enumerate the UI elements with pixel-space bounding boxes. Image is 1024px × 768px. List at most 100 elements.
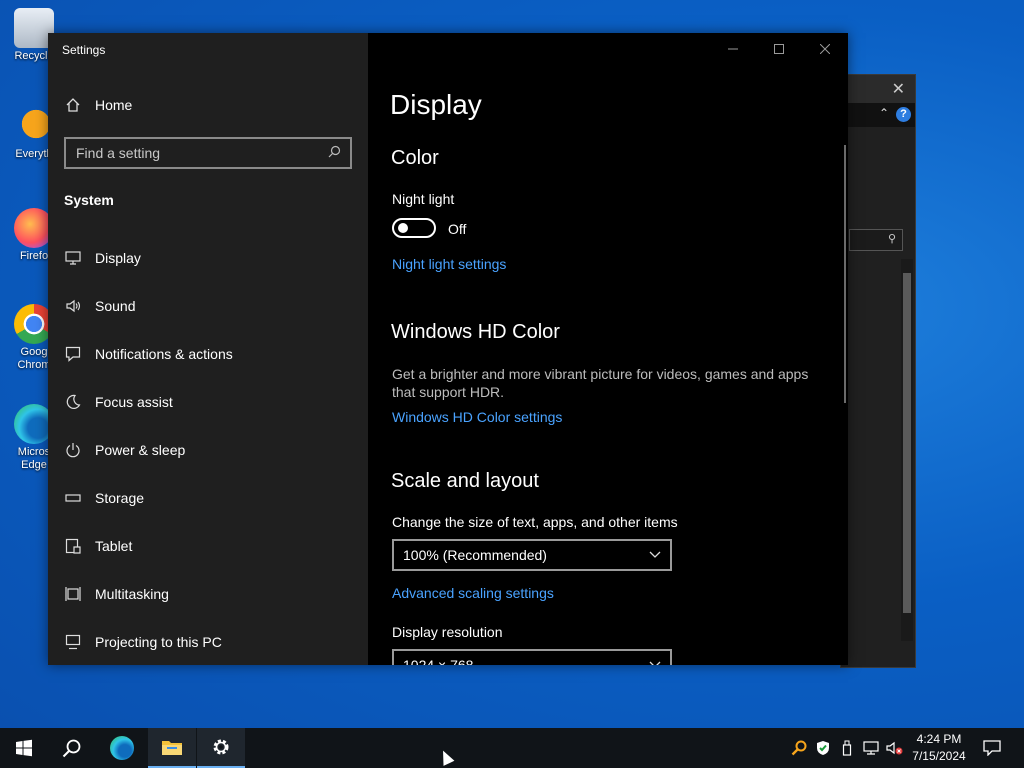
background-explorer-window[interactable]: ✕ ⌃ ? ⚲	[840, 74, 916, 668]
sidebar-item-multitasking[interactable]: Multitasking	[48, 574, 368, 614]
maximize-button[interactable]	[756, 33, 802, 65]
scrollbar-thumb[interactable]	[903, 273, 911, 613]
help-icon[interactable]: ?	[896, 107, 911, 122]
explorer-titlebar: ✕	[841, 75, 915, 103]
sidebar-item-label: Focus assist	[95, 394, 173, 410]
taskbar-edge[interactable]	[98, 728, 146, 768]
search-input[interactable]	[66, 144, 324, 162]
sidebar-item-display[interactable]: Display	[48, 238, 368, 278]
hdr-description: Get a brighter and more vibrant picture …	[392, 366, 809, 400]
scale-dropdown-value: 100% (Recommended)	[403, 547, 547, 563]
tray-network[interactable]	[860, 728, 882, 768]
content-scrollbar[interactable]	[844, 145, 846, 403]
moon-icon	[64, 393, 82, 411]
taskbar-clock[interactable]: 4:24 PM 7/15/2024	[906, 731, 972, 765]
tray-usb[interactable]	[836, 728, 858, 768]
explorer-search-box[interactable]: ⚲	[849, 229, 903, 251]
explorer-ribbon: ⌃ ?	[841, 103, 915, 127]
close-icon[interactable]: ✕	[892, 79, 905, 99]
settings-content: Display Color Night light Off Night ligh…	[368, 33, 848, 665]
notification-icon	[983, 740, 1001, 756]
night-light-toggle[interactable]	[392, 218, 436, 238]
speaker-icon	[64, 297, 82, 315]
sidebar-item-storage[interactable]: Storage	[48, 478, 368, 518]
sidebar-item-power-sleep[interactable]: Power & sleep	[48, 430, 368, 470]
resolution-dropdown[interactable]: 1024 × 768	[392, 649, 672, 665]
window-caption-buttons	[710, 33, 848, 65]
search-icon	[62, 739, 81, 758]
heading-color: Color	[391, 147, 439, 169]
sidebar-item-label: Tablet	[95, 538, 133, 554]
usb-drive-icon	[842, 740, 852, 756]
search-button[interactable]	[48, 728, 96, 768]
tablet-icon	[64, 537, 82, 555]
sidebar-item-label: Sound	[95, 298, 136, 314]
start-button[interactable]	[0, 728, 48, 768]
gear-icon	[213, 739, 229, 755]
settings-window[interactable]: Settings Home System Display Sound Notif…	[48, 33, 848, 665]
scale-dropdown[interactable]: 100% (Recommended)	[392, 539, 672, 571]
search-icon: ⚲	[887, 233, 896, 245]
display-resolution-label: Display resolution	[392, 624, 503, 640]
chevron-up-icon[interactable]: ⌃	[879, 106, 889, 120]
home-icon	[64, 96, 82, 114]
windows-logo-icon	[16, 739, 32, 757]
taskbar: 4:24 PM 7/15/2024	[0, 728, 1024, 768]
sidebar-item-label: Display	[95, 250, 141, 266]
heading-scale-layout: Scale and layout	[391, 470, 539, 492]
sidebar-item-notifications[interactable]: Notifications & actions	[48, 334, 368, 374]
sidebar-item-tablet[interactable]: Tablet	[48, 526, 368, 566]
nav-home-label: Home	[95, 97, 133, 113]
power-icon	[64, 441, 82, 459]
night-light-label: Night light	[392, 191, 455, 207]
clock-time: 4:24 PM	[916, 732, 962, 746]
tray-everything[interactable]	[788, 728, 810, 768]
explorer-scrollbar[interactable]	[901, 259, 913, 641]
tray-volume[interactable]	[884, 728, 906, 768]
find-setting-search[interactable]	[64, 137, 352, 169]
folder-icon	[162, 741, 182, 755]
taskbar-settings[interactable]	[197, 728, 245, 768]
chevron-down-icon	[640, 548, 670, 562]
notification-icon	[64, 345, 82, 363]
sidebar-item-label: Power & sleep	[95, 442, 186, 458]
text-size-label: Change the size of text, apps, and other…	[392, 514, 678, 530]
shield-icon	[817, 741, 829, 755]
clock-date: 7/15/2024	[912, 749, 966, 763]
taskbar-file-explorer[interactable]	[148, 728, 196, 768]
section-system: System	[64, 192, 114, 208]
window-title: Settings	[62, 43, 106, 57]
explorer-statusbar	[841, 645, 915, 667]
sidebar-item-label: Notifications & actions	[95, 346, 233, 362]
sidebar-item-projecting[interactable]: Projecting to this PC	[48, 622, 368, 662]
windows-hd-color-settings-link[interactable]: Windows HD Color settings	[392, 409, 562, 425]
projector-icon	[64, 633, 82, 651]
edge-icon	[110, 736, 134, 760]
resolution-dropdown-value: 1024 × 768	[403, 657, 474, 665]
volume-muted-icon	[886, 741, 903, 755]
sidebar-item-label: Storage	[95, 490, 145, 506]
everything-search-icon	[791, 740, 807, 756]
search-icon	[324, 145, 344, 161]
tray-security[interactable]	[812, 728, 834, 768]
settings-sidebar: Settings Home System Display Sound Notif…	[48, 33, 368, 665]
advanced-scaling-settings-link[interactable]: Advanced scaling settings	[392, 585, 554, 601]
heading-windows-hd-color: Windows HD Color	[391, 321, 560, 343]
sidebar-item-label: Projecting to this PC	[95, 634, 222, 650]
storage-icon	[64, 489, 82, 507]
action-center-button[interactable]	[978, 728, 1006, 768]
chevron-down-icon	[640, 658, 670, 665]
sidebar-item-label: Multitasking	[95, 586, 169, 602]
toggle-knob	[398, 223, 408, 233]
sidebar-item-focus-assist[interactable]: Focus assist	[48, 382, 368, 422]
nav-home[interactable]: Home	[48, 85, 368, 125]
multitasking-icon	[64, 585, 82, 603]
sidebar-item-sound[interactable]: Sound	[48, 286, 368, 326]
night-light-state: Off	[448, 221, 467, 237]
network-icon	[863, 741, 879, 755]
page-title: Display	[390, 89, 482, 120]
monitor-icon	[64, 249, 82, 267]
night-light-settings-link[interactable]: Night light settings	[392, 256, 506, 272]
close-button[interactable]	[802, 33, 848, 65]
minimize-button[interactable]	[710, 33, 756, 65]
